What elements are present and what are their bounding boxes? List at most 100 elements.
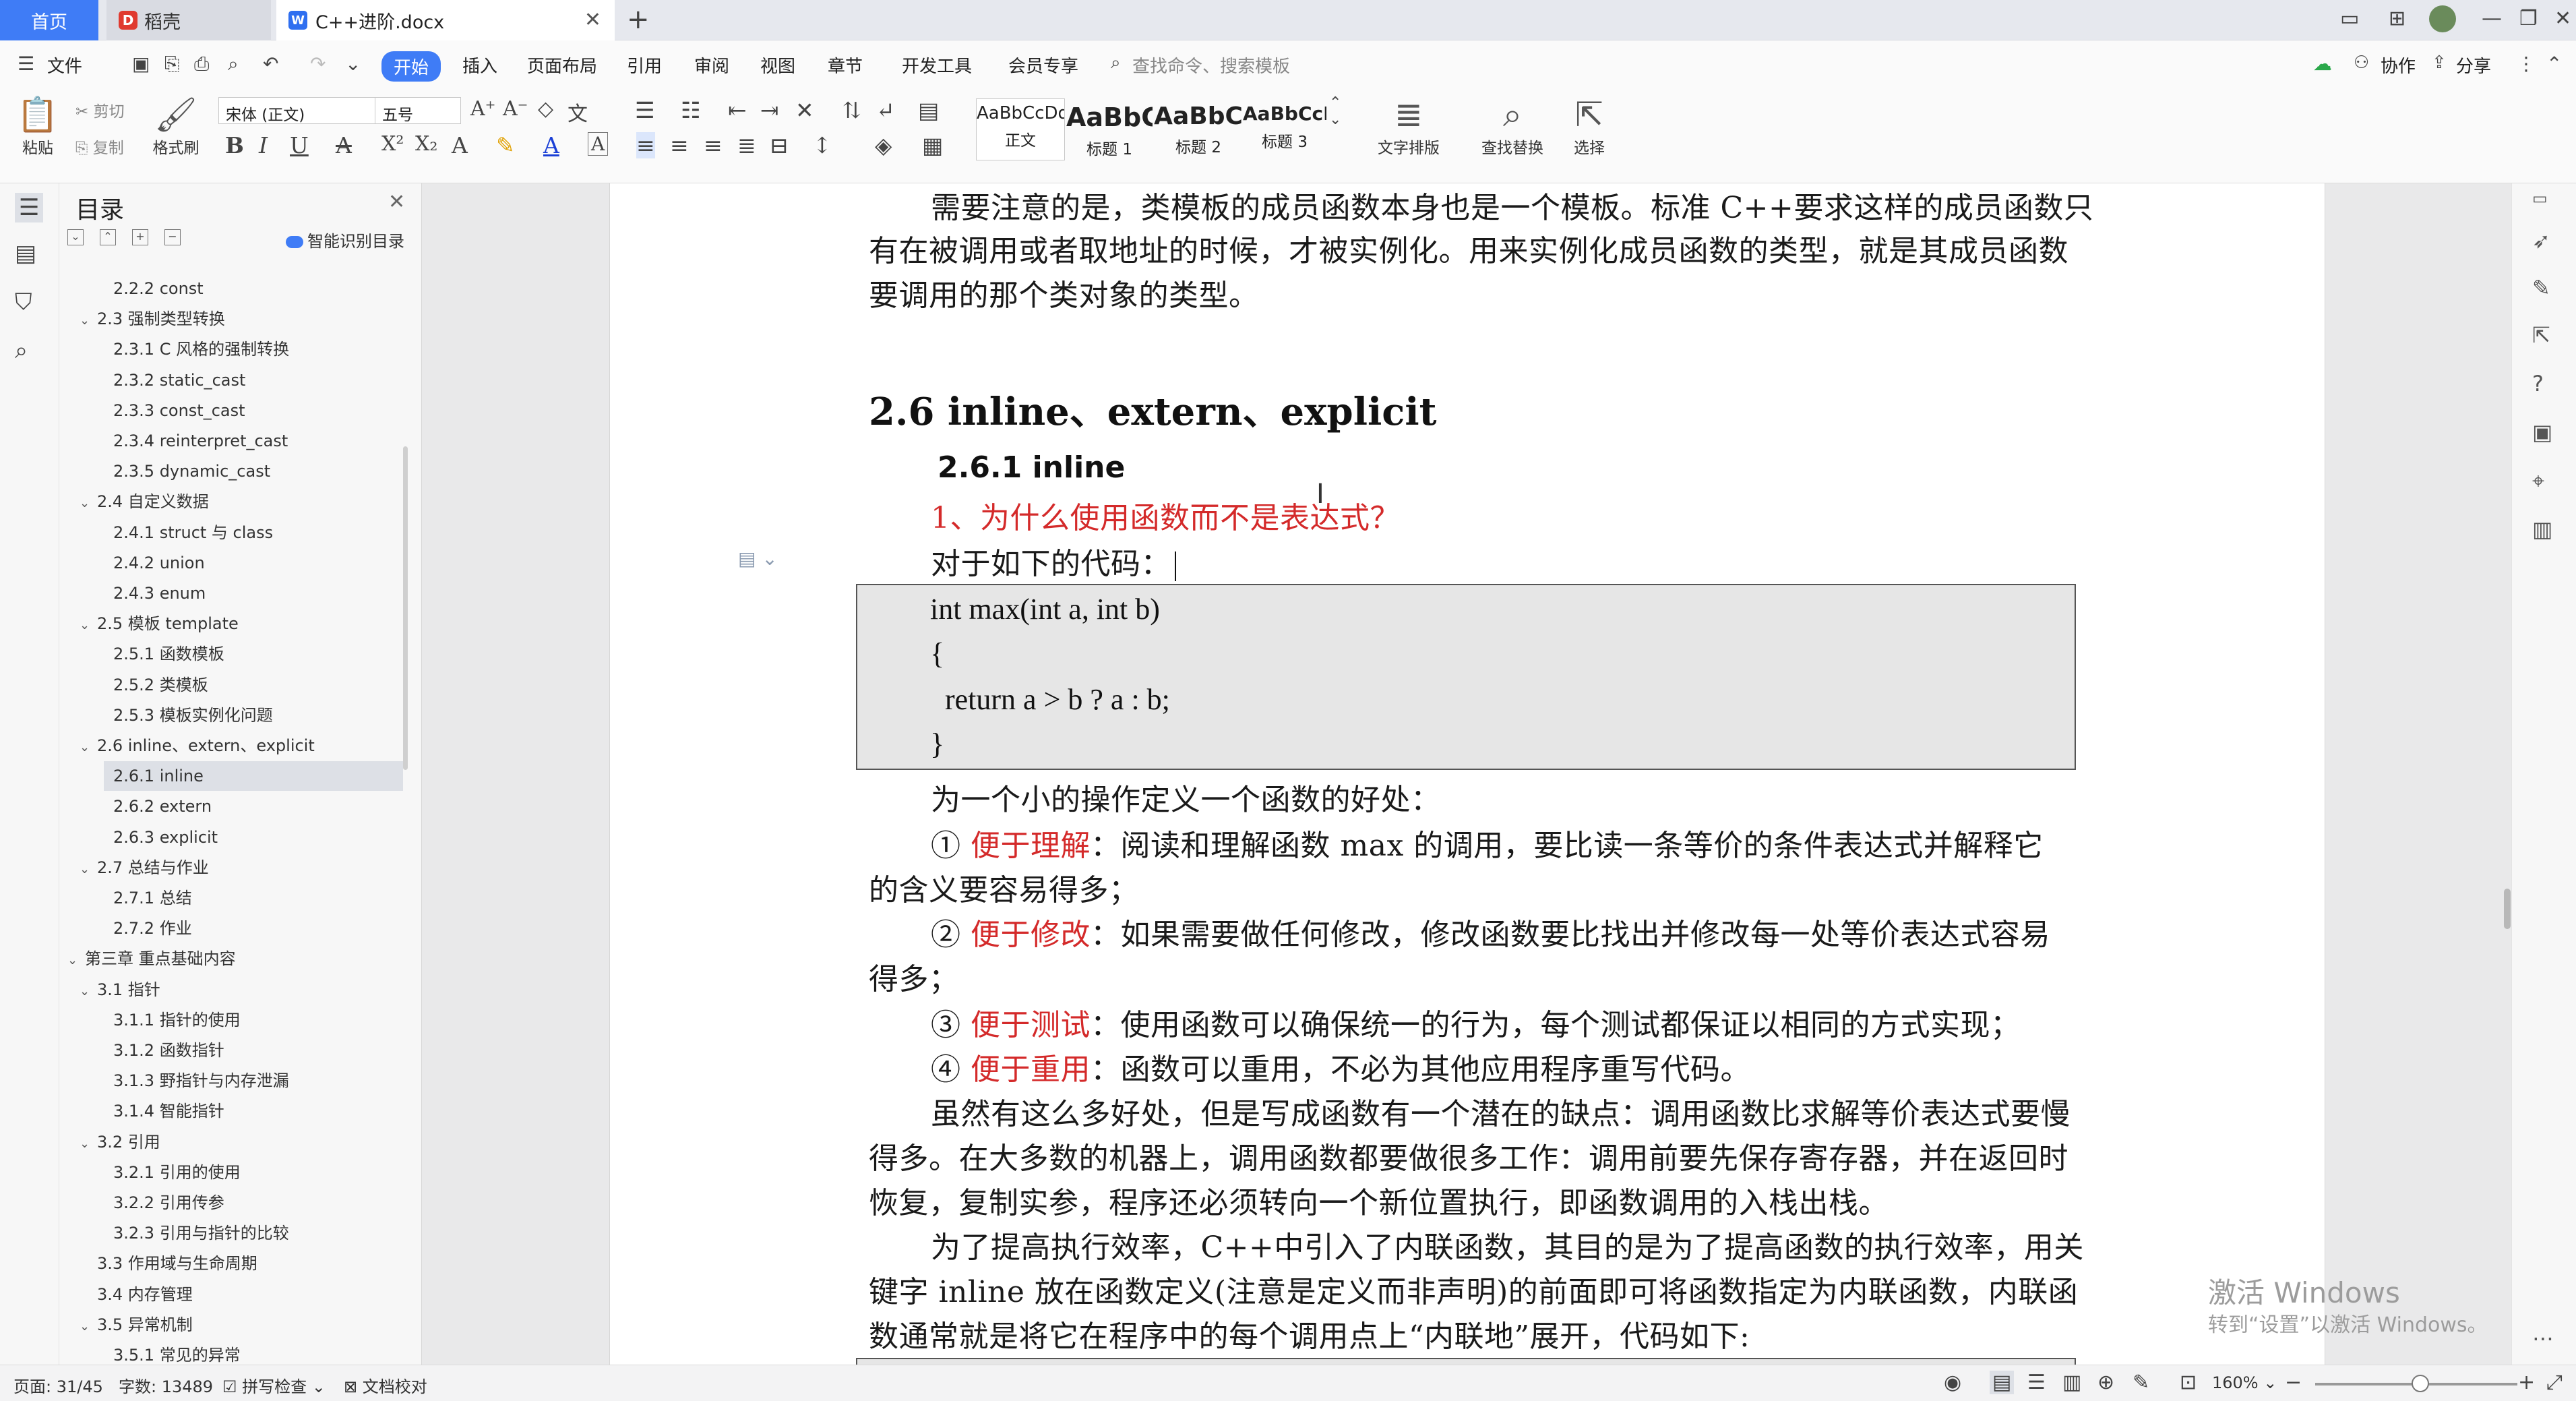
bold-icon[interactable]: B <box>225 132 244 158</box>
toc-item[interactable]: 3.1.1 指针的使用 <box>59 1005 396 1035</box>
page-view-icon[interactable]: ▤ <box>1990 1371 2015 1394</box>
subscript-icon[interactable]: X₂ <box>415 132 437 156</box>
shrink-font-icon[interactable]: A⁻ <box>503 97 528 121</box>
close-toc-icon[interactable]: ✕ <box>388 190 405 214</box>
styles-more-icon[interactable]: ⌃ ⌄ <box>1329 94 1341 128</box>
format-painter-button[interactable]: 🖌 格式刷 <box>147 94 205 158</box>
image-icon[interactable]: ▣ <box>2532 419 2552 445</box>
zoom-out-icon[interactable]: − <box>2285 1371 2302 1394</box>
page-indicator[interactable]: 页面: 31/45 <box>13 1373 103 1397</box>
expand-all-icon[interactable]: ⌄ <box>67 229 84 245</box>
menu-chapter[interactable]: 章节 <box>828 53 863 78</box>
align-left-icon[interactable]: ≡ <box>636 132 655 158</box>
redo-icon[interactable]: ↷ <box>310 53 326 75</box>
reading-view-icon[interactable]: ▥ <box>2062 1371 2081 1394</box>
align-right-icon[interactable]: ≡ <box>704 132 723 158</box>
restore-icon[interactable]: ❐ <box>2519 7 2538 30</box>
document-page[interactable]: 需要注意的是，类模板的成员函数本身也是一个模板。标准 C++要求这样的成员函数只… <box>609 183 2325 1365</box>
chevron-down-icon[interactable]: ⌄ <box>80 1129 97 1159</box>
style-heading3[interactable]: AaBbCcD 标题 3 <box>1243 98 1326 160</box>
decrease-indent-icon[interactable]: ⇤ <box>728 97 747 123</box>
add-heading-icon[interactable]: + <box>132 229 148 245</box>
tab-document[interactable]: W C++进阶.docx ✕ <box>276 0 615 40</box>
toc-item[interactable]: ⌄ 2.7 总结与作业 <box>59 853 396 883</box>
chevron-down-icon[interactable]: ⌄ <box>80 733 97 763</box>
increase-indent-icon[interactable]: ⇥ <box>760 97 779 123</box>
zoom-in-icon[interactable]: + <box>2518 1371 2535 1394</box>
menu-references[interactable]: 引用 <box>627 53 662 78</box>
toc-item[interactable]: 3.2.3 引用与指针的比较 <box>59 1218 396 1248</box>
shading-icon[interactable]: ◈ <box>875 132 892 158</box>
collapse-right-icon[interactable]: ▭ <box>2532 189 2548 208</box>
toc-item[interactable]: 3.1.3 野指针与内存泄漏 <box>59 1066 396 1096</box>
pen-icon[interactable]: ✎ <box>2532 275 2550 301</box>
select-button[interactable]: ⇱ 选择 <box>1562 94 1616 158</box>
menu-review[interactable]: 审阅 <box>694 53 729 78</box>
rocket-icon[interactable]: ➶ <box>2532 228 2550 254</box>
menu-file[interactable]: 文件 <box>47 53 82 78</box>
toc-item[interactable]: 2.7.1 总结 <box>59 883 396 913</box>
toc-item[interactable]: 3.4 内存管理 <box>59 1280 396 1309</box>
borders-icon[interactable]: ▦ <box>922 132 943 158</box>
style-normal[interactable]: AaBbCcDd 正文 <box>976 98 1065 160</box>
copy-button[interactable]: ⎘ 复制 <box>75 135 124 158</box>
minimize-icon[interactable]: — <box>2482 7 2502 30</box>
clear-format-icon[interactable]: ◇ <box>538 97 553 121</box>
grow-font-icon[interactable]: A⁺ <box>470 97 496 121</box>
book-icon[interactable]: ▥ <box>2532 516 2552 542</box>
toc-item[interactable]: 3.2.2 引用传参 <box>59 1188 396 1218</box>
paste-button[interactable]: 📋 粘贴 <box>13 94 62 158</box>
menu-member[interactable]: 会员专享 <box>1008 53 1078 78</box>
more-options-icon[interactable]: ⋯ <box>2532 1325 2554 1351</box>
grid-icon[interactable]: ⊞ <box>2389 7 2405 30</box>
style-heading2[interactable]: AaBbC 标题 2 <box>1154 98 1243 160</box>
collapse-all-icon[interactable]: ⌃ <box>100 229 116 245</box>
toc-item[interactable]: ⌄ 2.3 强制类型转换 <box>59 304 396 334</box>
tab-daoke[interactable]: D 稻壳 <box>106 0 271 40</box>
find-icon[interactable]: ⌕ <box>15 337 28 364</box>
toc-item[interactable]: 2.5.1 函数模板 <box>59 639 396 669</box>
toc-item[interactable]: ⌄ 2.5 模板 template <box>59 609 396 638</box>
align-center-icon[interactable]: ≡ <box>670 132 689 158</box>
phonetic-icon[interactable]: 文 <box>568 97 588 127</box>
toc-scrollbar[interactable] <box>403 446 408 770</box>
underline-icon[interactable]: U <box>290 132 309 158</box>
vertical-scroll-thumb[interactable] <box>2504 889 2511 929</box>
toc-item[interactable]: ⌄ 3.1 指针 <box>59 975 396 1005</box>
smart-toc-button[interactable]: 智能识别目录 <box>286 228 404 251</box>
help-icon[interactable]: ? <box>2532 371 2544 396</box>
document-area[interactable]: 需要注意的是，类模板的成员函数本身也是一个模板。标准 C++要求这样的成员函数只… <box>422 183 2511 1365</box>
toc-item[interactable]: 3.3 作用域与生命周期 <box>59 1249 396 1278</box>
toc-item[interactable]: ⌄ 3.2 引用 <box>59 1127 396 1157</box>
layout-icon[interactable]: ▭ <box>2340 7 2359 30</box>
cut-button[interactable]: ✂ 剪切 <box>75 98 125 121</box>
table-tools-icon[interactable]: ▤ <box>918 97 939 123</box>
word-count[interactable]: 字数: 13489 <box>119 1373 213 1397</box>
chevron-down-icon[interactable]: ⌄ <box>80 489 97 518</box>
close-window-icon[interactable]: ✕ <box>2554 7 2571 30</box>
toc-item[interactable]: 2.3.5 dynamic_cast <box>59 456 396 486</box>
strikethrough-icon[interactable]: A <box>336 132 352 158</box>
share-button[interactable]: 分享 <box>2456 53 2491 78</box>
print-icon[interactable]: ⎙ <box>194 53 209 76</box>
hamburger-icon[interactable]: ☰ <box>18 53 34 75</box>
toc-item[interactable]: 2.2.2 const <box>59 274 396 303</box>
write-view-icon[interactable]: ✎ <box>2133 1371 2149 1394</box>
toc-item[interactable]: ⌄ 3.5 异常机制 <box>59 1310 396 1340</box>
toc-item[interactable]: 2.3.3 const_cast <box>59 396 396 425</box>
outline-view-icon[interactable]: ☰ <box>2027 1371 2046 1394</box>
chevron-down-icon[interactable]: ⌄ <box>80 977 97 1007</box>
tab-home[interactable]: 首页 <box>0 0 98 40</box>
toc-item[interactable]: ⌄ 第三章 重点基础内容 <box>59 944 396 974</box>
chinese-layout-icon[interactable]: ✕ <box>795 97 814 123</box>
remove-heading-icon[interactable]: − <box>164 229 181 245</box>
font-color-icon[interactable]: A <box>543 132 559 158</box>
menu-developer[interactable]: 开发工具 <box>902 53 972 78</box>
collab-button[interactable]: 协作 <box>2381 53 2416 78</box>
paragraph-marker-icon[interactable]: ▤ ⌄ <box>738 547 778 570</box>
font-name-select[interactable]: 宋体 (正文) <box>218 97 376 124</box>
fullscreen-icon[interactable]: ⤢ <box>2546 1371 2563 1394</box>
menu-layout[interactable]: 页面布局 <box>527 53 597 78</box>
collapse-ribbon-icon[interactable]: ⌃ <box>2546 53 2562 75</box>
zoom-slider-handle[interactable] <box>2412 1375 2429 1392</box>
